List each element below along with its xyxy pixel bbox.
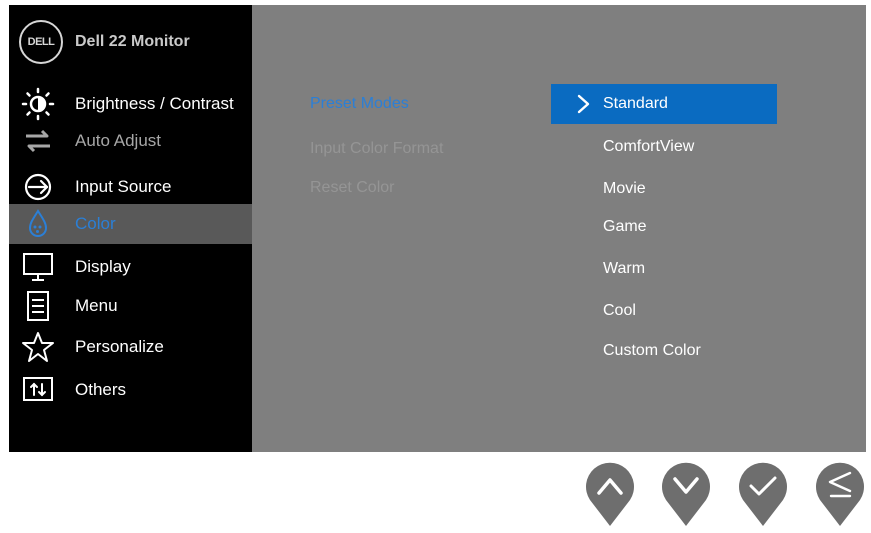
down-button[interactable] [660,460,712,528]
option-warm[interactable]: Warm [551,249,777,289]
option-label: Warm [603,260,646,277]
option-comfortview[interactable]: ComfortView [551,127,777,167]
option-label: Custom Color [603,342,701,359]
sidebar-item-label: Others [75,380,127,399]
option-cool[interactable]: Cool [551,291,777,331]
option-label: Game [603,218,647,235]
option-label: ComfortView [603,138,695,155]
star-icon [21,330,55,364]
sidebar-item-personalize[interactable]: Personalize [9,327,252,367]
brand-header: DELL Dell 22 Monitor [19,20,190,64]
dell-logo: DELL [19,20,63,64]
sidebar-item-others[interactable]: Others [9,370,252,410]
sidebar-item-menu[interactable]: Menu [9,286,252,326]
submenu-preset-modes[interactable]: Preset Modes [310,95,409,113]
sidebar-item-label: Brightness / Contrast [75,94,234,113]
option-movie[interactable]: Movie [551,169,777,209]
monitor-title: Dell 22 Monitor [75,33,190,50]
chevron-right-icon [577,93,591,120]
sidebar: DELL Dell 22 Monitor Brightness / Contra… [9,5,252,452]
up-button[interactable] [584,460,636,528]
sidebar-item-display[interactable]: Display [9,247,252,287]
down-arrow-icon [662,462,710,526]
back-icon [816,462,864,526]
checkmark-icon [739,462,787,526]
option-standard[interactable]: Standard [551,84,777,124]
option-label: Movie [603,180,646,197]
submenu-reset-color[interactable]: Reset Color [310,179,394,197]
confirm-button[interactable] [737,460,789,528]
brightness-icon [21,87,55,121]
submenu-input-color-format[interactable]: Input Color Format [310,140,443,158]
sidebar-item-input-source[interactable]: Input Source [9,167,252,207]
back-button[interactable] [814,460,866,528]
option-label: Cool [603,302,636,319]
sidebar-item-color[interactable]: Color [9,204,252,244]
input-source-icon [21,170,55,204]
option-game[interactable]: Game [551,207,777,247]
sidebar-item-label: Color [75,214,116,233]
color-icon [21,207,55,241]
sidebar-item-label: Auto Adjust [75,131,162,150]
display-icon [21,250,55,284]
logo-text: DELL [27,36,55,48]
others-icon [21,373,55,407]
sidebar-item-label: Menu [75,296,118,315]
sidebar-item-brightness-contrast[interactable]: Brightness / Contrast [9,84,252,124]
osd-window: DELL Dell 22 Monitor Brightness / Contra… [9,5,866,452]
sidebar-item-label: Display [75,257,131,276]
auto-adjust-icon [21,124,55,158]
up-arrow-icon [586,462,634,526]
sidebar-item-label: Personalize [75,337,164,356]
option-label: Standard [603,95,668,112]
menu-icon [21,289,55,323]
option-custom-color[interactable]: Custom Color [551,331,777,371]
sidebar-item-label: Input Source [75,177,172,196]
sidebar-item-auto-adjust[interactable]: Auto Adjust [9,121,252,161]
